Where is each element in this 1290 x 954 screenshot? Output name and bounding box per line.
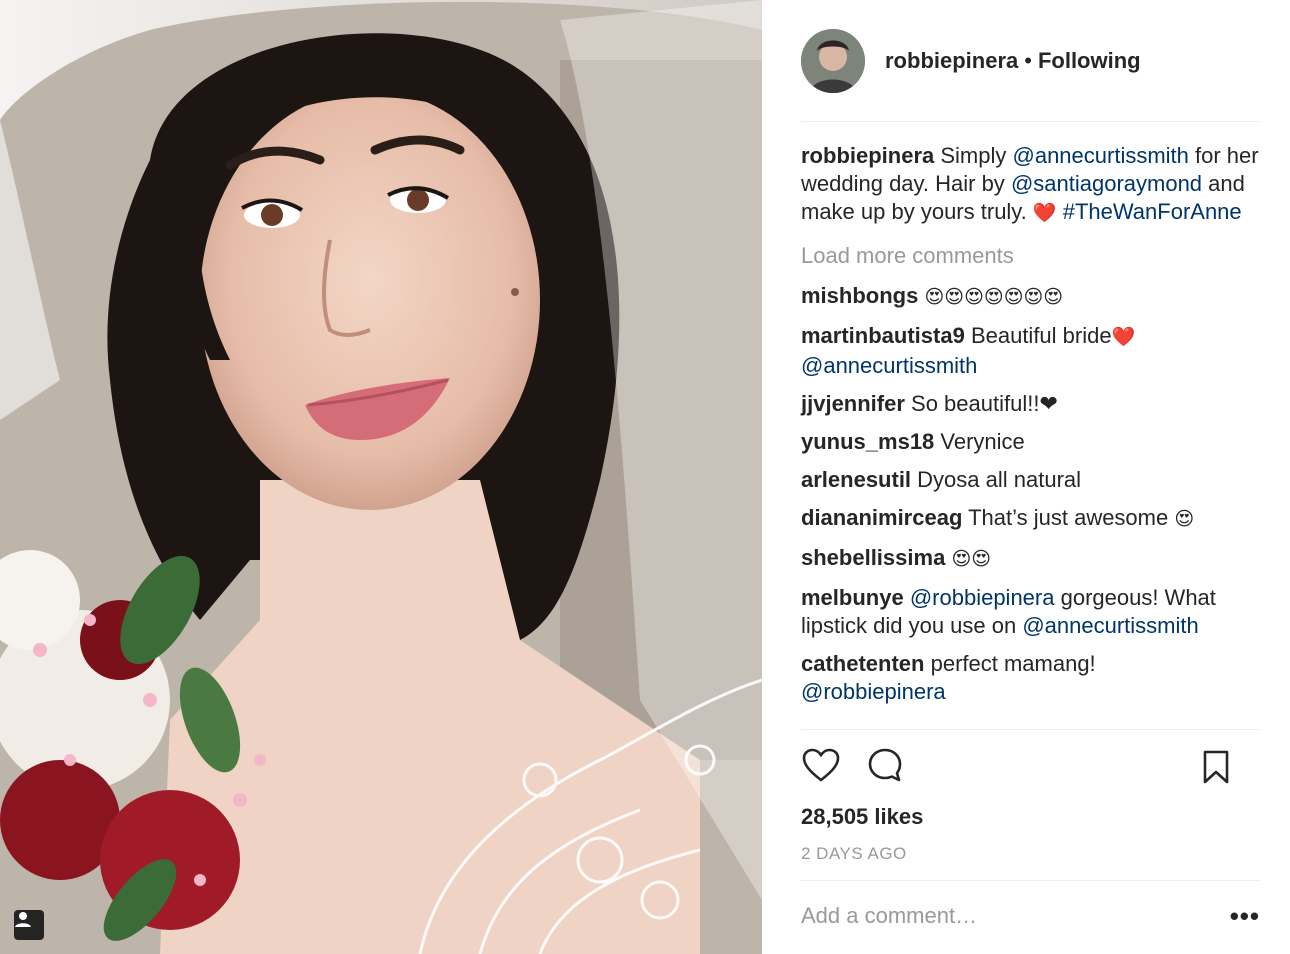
comment-username[interactable]: jjvjennifer	[801, 391, 905, 416]
avatar-image	[801, 28, 865, 93]
likes-count[interactable]: 28,505 likes	[801, 804, 1260, 830]
caption-hashtag[interactable]: #TheWanForAnne	[1063, 199, 1242, 224]
comment-item: arlenesutil Dyosa all natural	[801, 466, 1260, 494]
comment-item: jjvjennifer So beautiful!!❤	[801, 390, 1260, 418]
comment-bubble-icon[interactable]	[865, 745, 905, 785]
comment-bubble-glyph	[868, 748, 902, 782]
comment-item: shebellissima 😍😍	[801, 544, 1260, 574]
comment-item: melbunye @robbiepinera gorgeous! What li…	[801, 584, 1260, 640]
comment-username[interactable]: cathetenten	[801, 651, 924, 676]
caption-mention[interactable]: @annecurtissmith	[1013, 143, 1189, 168]
bookmark-icon[interactable]	[1196, 747, 1236, 787]
user-silhouette-icon	[15, 912, 31, 927]
user-tag-icon[interactable]	[14, 910, 44, 940]
heart-outline-icon[interactable]	[801, 745, 841, 785]
comment-mention[interactable]: @annecurtissmith	[801, 353, 977, 378]
comment-username[interactable]: shebellissima	[801, 545, 945, 570]
comment-username[interactable]: martinbautista9	[801, 323, 965, 348]
post-side-panel: robbiepinera • Following robbiepinera Si…	[762, 0, 1290, 954]
comment-text: Verynice	[934, 429, 1025, 454]
comment-item: diananimirceag That’s just awesome 😍	[801, 504, 1260, 534]
comment-username[interactable]: melbunye	[801, 585, 904, 610]
comment-username[interactable]: yunus_ms18	[801, 429, 934, 454]
comment-text: Dyosa all natural	[911, 467, 1082, 492]
caption-text: Simply	[934, 143, 1013, 168]
bride-photo-illustration	[0, 0, 762, 954]
author-username[interactable]: robbiepinera	[885, 48, 1018, 74]
comment-text: perfect mamang!	[924, 651, 1096, 676]
action-bar	[801, 730, 1260, 800]
comment-emoji: 😍😍	[951, 549, 992, 570]
avatar[interactable]	[801, 28, 865, 93]
comment-text: So beautiful!!❤	[904, 391, 1058, 416]
header-separator: •	[1024, 47, 1032, 73]
caption-heart-emoji: ❤️	[1032, 203, 1057, 224]
add-comment-input[interactable]	[801, 902, 1230, 929]
comment-username[interactable]: diananimirceag	[801, 505, 962, 530]
comment-emoji: 😍😍😍😍😍😍😍	[924, 287, 1064, 308]
post-photo[interactable]	[0, 0, 762, 954]
add-comment-bar: •••	[801, 880, 1260, 950]
caption-username[interactable]: robbiepinera	[801, 143, 934, 168]
comment-item: yunus_ms18 Verynice	[801, 428, 1260, 456]
comment-username[interactable]: arlenesutil	[801, 467, 911, 492]
follow-status-button[interactable]: Following	[1038, 48, 1141, 74]
bookmark-glyph	[1203, 750, 1229, 784]
comment-text: That’s just awesome	[962, 505, 1175, 530]
comments-list: robbiepinera Simply @annecurtissmith for…	[801, 122, 1260, 730]
comment-mention[interactable]: @robbiepinera	[910, 585, 1055, 610]
comment-mention[interactable]: @robbiepinera	[801, 679, 946, 704]
comment-heart-emoji: ❤️	[1111, 327, 1136, 348]
more-options-button[interactable]: •••	[1230, 903, 1260, 929]
instagram-post: robbiepinera • Following robbiepinera Si…	[0, 0, 1290, 954]
post-caption: robbiepinera Simply @annecurtissmith for…	[801, 142, 1260, 228]
like-heart-glyph	[802, 748, 840, 782]
comment-text: Beautiful bride	[964, 323, 1112, 348]
post-header: robbiepinera • Following	[801, 0, 1260, 122]
comment-item: mishbongs 😍😍😍😍😍😍😍	[801, 282, 1260, 312]
comment-item: cathetenten perfect mamang! @robbiepiner…	[801, 650, 1260, 706]
comment-item: martinbautista9 Beautiful bride❤️ @annecu…	[801, 322, 1260, 380]
post-timestamp[interactable]: 2 DAYS AGO	[801, 844, 1260, 864]
comment-username[interactable]: mishbongs	[801, 283, 918, 308]
comment-emoji: 😍	[1174, 509, 1195, 530]
load-more-comments-button[interactable]: Load more comments	[801, 242, 1260, 270]
caption-mention[interactable]: @santiagoraymond	[1011, 171, 1202, 196]
comment-mention[interactable]: @annecurtissmith	[1022, 613, 1198, 638]
